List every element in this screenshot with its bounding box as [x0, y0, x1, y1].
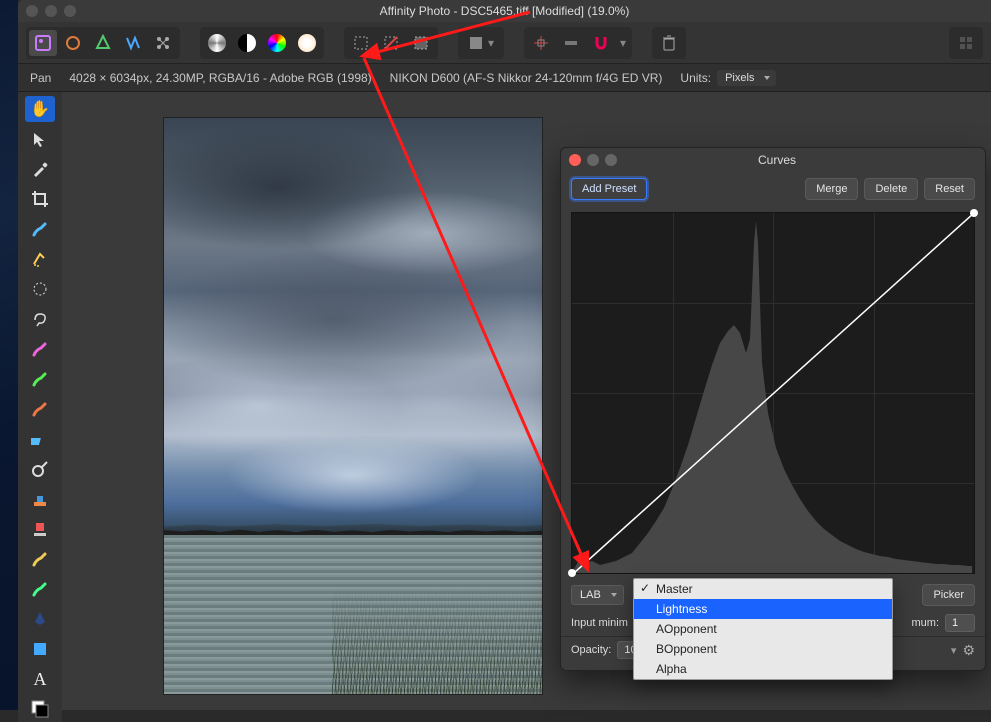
- trash-icon[interactable]: [655, 30, 683, 56]
- channel-menu: Master Lightness AOpponent BOpponent Alp…: [633, 578, 893, 680]
- gear-icon752[interactable]: ⚙: [962, 642, 975, 659]
- pixel-tool-icon[interactable]: [25, 366, 55, 392]
- paint-brush-tool-icon[interactable]: [25, 336, 55, 362]
- camera-info: NIKON D600 (AF-S Nikkor 24-120mm f/4G ED…: [390, 71, 663, 85]
- close-window-icon[interactable]: [26, 5, 38, 17]
- channel-menu-bopponent[interactable]: BOpponent: [634, 639, 892, 659]
- tools-palette: ✋: [18, 92, 62, 722]
- zoom-panel-icon[interactable]: [605, 154, 617, 166]
- panel-titlebar[interactable]: Curves: [561, 148, 985, 172]
- liquify-persona-icon[interactable]: [59, 30, 87, 56]
- reset-button[interactable]: Reset: [924, 178, 975, 200]
- develop-persona-icon[interactable]: [89, 30, 117, 56]
- image-dimensions: 4028 × 6034px, 24.30MP, RGBA/16 - Adobe …: [69, 71, 371, 85]
- window-title: Affinity Photo - DSC5465.tiff [Modified]…: [76, 4, 933, 18]
- merge-button[interactable]: Merge: [805, 178, 858, 200]
- color-picker-tool-icon[interactable]: [25, 156, 55, 182]
- auto-white-balance-button[interactable]: [293, 30, 321, 56]
- pen-tool-icon[interactable]: [25, 606, 55, 632]
- healing-brush-tool-icon[interactable]: [25, 516, 55, 542]
- auto-colors-button[interactable]: [263, 30, 291, 56]
- opacity-label: Opacity:: [571, 644, 611, 656]
- auto-levels-button[interactable]: [203, 30, 231, 56]
- view-tool-icon[interactable]: ✋: [25, 96, 55, 122]
- channel-menu-lightness[interactable]: Lightness: [634, 599, 892, 619]
- stamp-tool-icon[interactable]: [25, 486, 55, 512]
- chevron-down-icon[interactable]: ▾: [951, 644, 957, 657]
- freehand-select-tool-icon[interactable]: [25, 306, 55, 332]
- main-toolbar: ▾ ▾: [18, 22, 991, 64]
- marquee-tool-icon[interactable]: [25, 276, 55, 302]
- photo-persona-icon[interactable]: [29, 30, 57, 56]
- selection-all-icon[interactable]: [347, 30, 375, 56]
- snapping-toggle-icon[interactable]: [527, 30, 555, 56]
- minimize-window-icon[interactable]: [45, 5, 57, 17]
- curves-panel: Curves Add Preset Merge Delete Reset: [560, 147, 986, 671]
- crop-tool-icon[interactable]: [25, 186, 55, 212]
- colorspace-select[interactable]: LAB: [571, 585, 624, 605]
- active-tool-label: Pan: [30, 71, 51, 85]
- add-preset-button[interactable]: Add Preset: [571, 178, 647, 200]
- selection-brush-tool-icon[interactable]: [25, 216, 55, 242]
- zoom-window-icon[interactable]: [64, 5, 76, 17]
- context-toolbar: Pan 4028 × 6034px, 24.30MP, RGBA/16 - Ad…: [18, 64, 991, 92]
- document-image: [164, 118, 542, 694]
- text-tool-icon[interactable]: A: [25, 666, 55, 692]
- magnet-snap-icon[interactable]: [587, 30, 615, 56]
- output-max-label: mum:: [912, 617, 940, 629]
- curve-node-white[interactable]: [970, 209, 978, 217]
- input-min-label: Input minim: [571, 617, 628, 629]
- delete-button[interactable]: Delete: [864, 178, 918, 200]
- units-dropdown[interactable]: Pixels: [717, 70, 776, 86]
- rectangle-tool-icon[interactable]: [25, 636, 55, 662]
- window-controls: [26, 5, 76, 17]
- panel-title-label: Curves: [617, 153, 937, 167]
- quick-mask-dropdown[interactable]: ▾: [461, 30, 501, 56]
- minimize-panel-icon[interactable]: [587, 154, 599, 166]
- app-window: Affinity Photo - DSC5465.tiff [Modified]…: [18, 0, 991, 710]
- desktop-background: [0, 0, 18, 710]
- selection-invert-icon[interactable]: [407, 30, 435, 56]
- fill-tool-icon[interactable]: [25, 426, 55, 452]
- close-panel-icon[interactable]: [569, 154, 581, 166]
- output-max-field[interactable]: 1: [945, 614, 975, 632]
- arrange-icon[interactable]: [952, 30, 980, 56]
- force-pixel-align-icon[interactable]: [557, 30, 585, 56]
- channel-menu-master[interactable]: Master: [634, 579, 892, 599]
- snapping-options-chevron[interactable]: ▾: [617, 30, 629, 56]
- smudge-tool-icon[interactable]: [25, 546, 55, 572]
- units-label: Units:: [680, 71, 711, 85]
- titlebar: Affinity Photo - DSC5465.tiff [Modified]…: [18, 0, 991, 22]
- auto-contrast-button[interactable]: [233, 30, 261, 56]
- selection-deselect-icon[interactable]: [377, 30, 405, 56]
- color-swatch-icon[interactable]: [25, 696, 55, 722]
- curves-graph[interactable]: [571, 212, 975, 574]
- export-persona-icon[interactable]: [149, 30, 177, 56]
- tone-map-persona-icon[interactable]: [119, 30, 147, 56]
- channel-menu-aopponent[interactable]: AOpponent: [634, 619, 892, 639]
- picker-button[interactable]: Picker: [922, 584, 975, 606]
- curve-node-black[interactable]: [568, 569, 576, 577]
- dodge-tool-icon[interactable]: [25, 456, 55, 482]
- flood-select-tool-icon[interactable]: [25, 246, 55, 272]
- erase-brush-tool-icon[interactable]: [25, 396, 55, 422]
- channel-menu-alpha[interactable]: Alpha: [634, 659, 892, 679]
- blur-tool-icon[interactable]: [25, 576, 55, 602]
- move-tool-icon[interactable]: [25, 126, 55, 152]
